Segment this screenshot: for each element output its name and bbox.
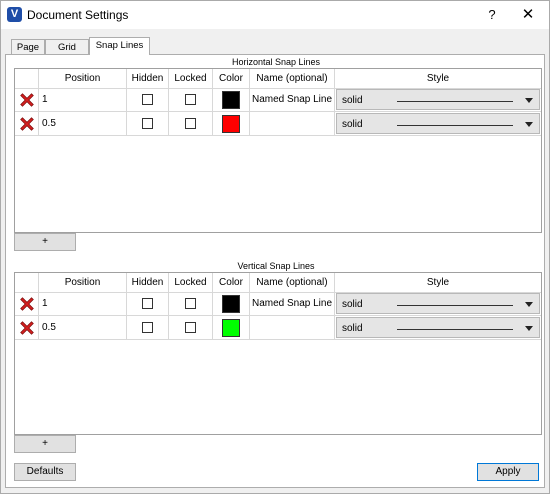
position-cell[interactable]: 1 — [39, 88, 127, 112]
dropdown-arrow-icon — [525, 122, 533, 127]
document-settings-window: V Document Settings ? ✕ Page Grid Snap L… — [0, 0, 550, 494]
style-dropdown[interactable]: solid — [336, 293, 540, 314]
delete-row-button[interactable] — [15, 112, 39, 136]
locked-cell — [169, 88, 213, 112]
style-dropdown[interactable]: solid — [336, 113, 540, 134]
app-icon: V — [7, 7, 22, 22]
style-cell: solid — [335, 316, 541, 340]
locked-checkbox[interactable] — [184, 117, 196, 129]
hidden-checkbox[interactable] — [141, 321, 153, 333]
line-preview — [397, 101, 513, 102]
dropdown-arrow-icon — [525, 98, 533, 103]
hidden-checkbox[interactable] — [141, 297, 153, 309]
snap-line-row: 1 Named Snap Line solid — [15, 88, 541, 112]
snap-lines-panel: Horizontal Snap Lines ︿ Position Hidden L… — [5, 54, 545, 488]
delete-x-icon — [19, 296, 34, 311]
style-cell: solid — [335, 88, 541, 112]
style-header[interactable]: Style — [335, 69, 541, 88]
color-swatch[interactable] — [222, 114, 240, 133]
hidden-checkbox[interactable] — [141, 117, 153, 129]
tab-grid[interactable]: Grid — [45, 39, 89, 54]
dropdown-arrow-icon — [525, 302, 533, 307]
name-cell[interactable]: Named Snap Line — [250, 88, 335, 112]
color-header[interactable]: Color — [213, 69, 250, 88]
color-header[interactable]: Color — [213, 273, 250, 292]
color-swatch[interactable] — [222, 90, 240, 109]
color-swatch[interactable] — [222, 294, 240, 313]
delete-row-button[interactable] — [15, 316, 39, 340]
style-cell: solid — [335, 292, 541, 316]
delete-row-button[interactable] — [15, 292, 39, 316]
locked-checkbox[interactable] — [184, 93, 196, 105]
hidden-cell — [127, 292, 169, 316]
name-cell[interactable]: Named Snap Line — [250, 292, 335, 316]
delete-row-button[interactable] — [15, 88, 39, 112]
locked-header[interactable]: Locked — [169, 69, 213, 88]
delete-x-icon — [19, 320, 34, 335]
vertical-snap-table: ︿ Position Hidden Locked Color Name (opti… — [14, 272, 542, 435]
hidden-cell — [127, 316, 169, 340]
hidden-checkbox[interactable] — [141, 93, 153, 105]
color-cell — [213, 316, 250, 340]
table-header: ︿ Position Hidden Locked Color Name (opti… — [15, 273, 541, 293]
style-value: solid — [342, 95, 363, 106]
snap-line-row: 0.5 solid — [15, 112, 541, 136]
name-cell[interactable] — [250, 316, 335, 340]
hidden-cell — [127, 88, 169, 112]
color-cell — [213, 88, 250, 112]
sort-caret-icon: ︿ — [78, 72, 86, 79]
position-header[interactable]: ︿ Position — [39, 273, 127, 292]
name-header[interactable]: Name (optional) — [250, 69, 335, 88]
delete-x-icon — [19, 116, 34, 131]
window-title: Document Settings — [27, 8, 129, 22]
vertical-section-title: Vertical Snap Lines — [237, 261, 315, 271]
style-header[interactable]: Style — [335, 273, 541, 292]
name-header[interactable]: Name (optional) — [250, 273, 335, 292]
apply-button[interactable]: Apply — [477, 463, 539, 481]
locked-checkbox[interactable] — [184, 321, 196, 333]
style-value: solid — [342, 299, 363, 310]
locked-checkbox[interactable] — [184, 297, 196, 309]
locked-header[interactable]: Locked — [169, 273, 213, 292]
dropdown-arrow-icon — [525, 326, 533, 331]
delete-x-icon — [19, 92, 34, 107]
position-cell[interactable]: 1 — [39, 292, 127, 316]
line-preview — [397, 305, 513, 306]
help-button[interactable]: ? — [479, 5, 505, 25]
horizontal-section-title: Horizontal Snap Lines — [231, 57, 321, 67]
locked-cell — [169, 292, 213, 316]
position-cell[interactable]: 0.5 — [39, 112, 127, 136]
style-value: solid — [342, 323, 363, 334]
close-button[interactable]: ✕ — [515, 5, 541, 25]
add-horizontal-button[interactable]: + — [14, 233, 76, 251]
locked-cell — [169, 112, 213, 136]
position-header[interactable]: ︿ Position — [39, 69, 127, 88]
line-preview — [397, 329, 513, 330]
tab-page[interactable]: Page — [11, 39, 45, 54]
style-value: solid — [342, 119, 363, 130]
add-vertical-button[interactable]: + — [14, 435, 76, 453]
hidden-header[interactable]: Hidden — [127, 69, 169, 88]
locked-cell — [169, 316, 213, 340]
title-bar: V Document Settings ? ✕ — [1, 1, 549, 29]
snap-line-row: 1 Named Snap Line solid — [15, 292, 541, 316]
color-cell — [213, 112, 250, 136]
hidden-cell — [127, 112, 169, 136]
style-dropdown[interactable]: solid — [336, 317, 540, 338]
hidden-header[interactable]: Hidden — [127, 273, 169, 292]
color-swatch[interactable] — [222, 318, 240, 337]
style-dropdown[interactable]: solid — [336, 89, 540, 110]
sort-caret-icon: ︿ — [78, 276, 86, 283]
horizontal-snap-table: ︿ Position Hidden Locked Color Name (opti… — [14, 68, 542, 233]
snap-line-row: 0.5 solid — [15, 316, 541, 340]
style-cell: solid — [335, 112, 541, 136]
name-cell[interactable] — [250, 112, 335, 136]
defaults-button[interactable]: Defaults — [14, 463, 76, 481]
table-header: ︿ Position Hidden Locked Color Name (opti… — [15, 69, 541, 89]
position-cell[interactable]: 0.5 — [39, 316, 127, 340]
line-preview — [397, 125, 513, 126]
color-cell — [213, 292, 250, 316]
tab-snap-lines[interactable]: Snap Lines — [89, 37, 150, 55]
